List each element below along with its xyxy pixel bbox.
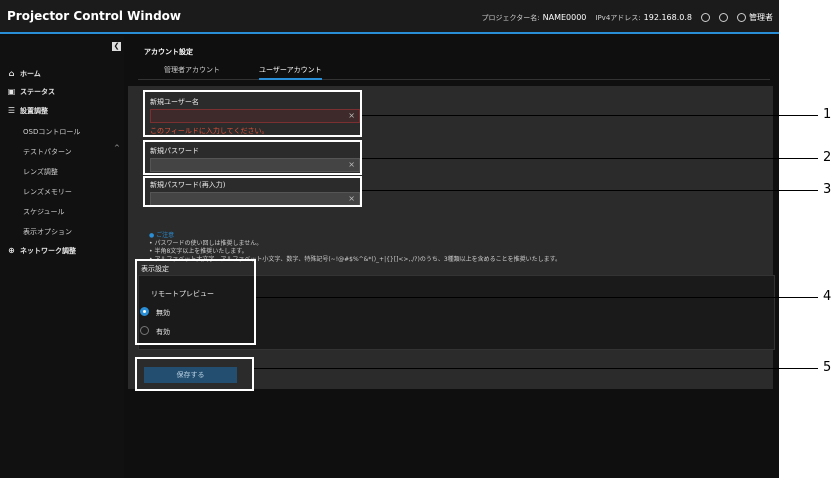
callout-number-2: 2 bbox=[823, 150, 832, 165]
projector-name: NAME0000 bbox=[542, 13, 587, 22]
projector-control-window: Projector Control Window プロジェクター名: NAME0… bbox=[0, 0, 779, 478]
chevron-up-icon[interactable]: ^ bbox=[114, 144, 120, 152]
callout-line-4 bbox=[256, 297, 818, 298]
callout-line-5 bbox=[254, 368, 818, 369]
projector-name-label: プロジェクター名: bbox=[481, 13, 540, 22]
callout-line-1 bbox=[362, 115, 818, 116]
callout-box-2 bbox=[143, 140, 362, 175]
callout-box-5 bbox=[135, 357, 254, 391]
gear-icon[interactable] bbox=[701, 13, 710, 22]
callout-number-5: 5 bbox=[823, 360, 832, 375]
tab-user-account[interactable]: ユーザーアカウント bbox=[259, 65, 322, 80]
sidebar-item-installation[interactable]: ☰ 設置調整 bbox=[7, 106, 48, 116]
status-icon: ▣ bbox=[7, 87, 16, 96]
ipv4-address: 192.168.0.8 bbox=[643, 13, 692, 22]
ipv4-label: IPv4アドレス: bbox=[595, 13, 641, 22]
sidebar-item-display-options[interactable]: 表示オプション bbox=[23, 227, 72, 237]
notes-heading: ● ご注意 bbox=[149, 232, 175, 239]
account-tabs: 管理者アカウント ユーザーアカウント bbox=[138, 60, 770, 80]
callout-line-3 bbox=[362, 190, 818, 191]
callout-number-1: 1 bbox=[823, 107, 832, 122]
note-item: • 半角8文字以上を推奨いたします。 bbox=[149, 248, 248, 255]
sidebar-item-test-pattern[interactable]: テストパターン bbox=[23, 147, 72, 157]
user-name[interactable]: 管理者 bbox=[749, 12, 773, 23]
info-icon[interactable] bbox=[719, 13, 728, 22]
sidebar-item-osd-control[interactable]: OSDコントロール bbox=[23, 127, 80, 137]
page-title: アカウント設定 bbox=[144, 48, 193, 56]
settings-sliders-icon: ☰ bbox=[7, 106, 16, 115]
callout-number-4: 4 bbox=[823, 289, 832, 304]
sidebar-item-home[interactable]: ⌂ ホーム bbox=[7, 69, 41, 79]
app-title: Projector Control Window bbox=[7, 9, 181, 23]
sidebar-item-network[interactable]: ⊕ ネットワーク調整 bbox=[7, 246, 76, 256]
sidebar-item-lens-adjust[interactable]: レンズ調整 bbox=[23, 167, 58, 177]
title-bar: Projector Control Window プロジェクター名: NAME0… bbox=[0, 0, 779, 34]
home-icon: ⌂ bbox=[8, 69, 15, 78]
sidebar: ❮ ⌂ ホーム ▣ ステータス ☰ 設置調整 ^ OSDコントロール テストパターン … bbox=[0, 36, 124, 478]
note-item: • パスワードの使い回しは推奨しません。 bbox=[149, 240, 263, 247]
callout-box-4 bbox=[135, 259, 256, 345]
sidebar-item-lens-memory[interactable]: レンズメモリー bbox=[23, 187, 72, 197]
tab-admin-account[interactable]: 管理者アカウント bbox=[164, 65, 220, 75]
callout-number-3: 3 bbox=[823, 182, 832, 197]
collapse-sidebar-button[interactable]: ❮ bbox=[112, 42, 121, 51]
sidebar-item-schedule[interactable]: スケジュール bbox=[23, 207, 65, 217]
callout-line-2 bbox=[362, 158, 818, 159]
header-info: プロジェクター名: NAME0000 IPv4アドレス: 192.168.0.8… bbox=[482, 12, 773, 23]
sidebar-item-status[interactable]: ▣ ステータス bbox=[7, 87, 55, 97]
user-icon[interactable] bbox=[737, 13, 746, 22]
callout-box-3 bbox=[143, 176, 362, 207]
callout-box-1 bbox=[143, 90, 362, 137]
globe-icon: ⊕ bbox=[8, 246, 15, 255]
